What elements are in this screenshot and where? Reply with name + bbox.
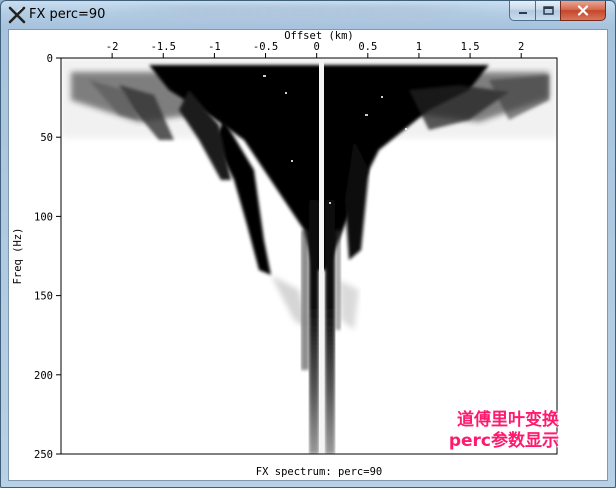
x-axis-label: Offset (km) [284, 30, 354, 42]
spectrum-image [61, 58, 557, 454]
y-tick-label: 200 [34, 370, 53, 382]
annotation-line-1: 道傅里叶变换 [457, 410, 559, 430]
x-tick-label: 2 [518, 41, 524, 53]
y-tick-label: 150 [34, 291, 53, 303]
app-window: FX perc=90 -2 -1.5 -1 -0.5 0 0.5 1 1.5 2… [0, 0, 616, 488]
x-icon [8, 6, 26, 24]
minimize-button[interactable] [509, 1, 536, 21]
y-tick-label: 100 [34, 211, 53, 223]
y-tick-label: 0 [47, 53, 53, 65]
title-bar[interactable]: FX perc=90 [1, 1, 615, 29]
y-axis-label: Freq (Hz) [12, 228, 24, 285]
annotation-line-2: perc参数显示 [448, 431, 559, 451]
title-bar-blur [111, 5, 491, 21]
x-tick-label: 0.5 [358, 41, 377, 53]
maximize-button[interactable] [535, 1, 561, 21]
x-tick-label: 0 [314, 41, 320, 53]
close-button[interactable] [560, 1, 606, 21]
x-tick-label: -1.5 [151, 41, 176, 53]
x-tick-label: 1 [416, 41, 422, 53]
x-tick-label: -2 [106, 41, 119, 53]
plot-caption: FX spectrum: perc=90 [256, 466, 382, 478]
x-axis: -2 -1.5 -1 -0.5 0 0.5 1 1.5 2 [106, 41, 524, 58]
y-tick-label: 50 [40, 132, 53, 144]
plot-canvas: -2 -1.5 -1 -0.5 0 0.5 1 1.5 2 0 50 100 150 200 250 Of… [8, 29, 608, 481]
x-tick-label: -1 [208, 41, 221, 53]
minimize-icon [518, 11, 527, 14]
y-axis: 0 50 100 150 200 250 [34, 53, 61, 461]
x-tick-label: -0.5 [253, 41, 278, 53]
close-icon [577, 5, 589, 16]
window-title: FX perc=90 [29, 7, 106, 22]
y-tick-label: 250 [34, 449, 53, 461]
x-tick-label: 1.5 [461, 41, 480, 53]
maximize-icon [542, 6, 554, 15]
